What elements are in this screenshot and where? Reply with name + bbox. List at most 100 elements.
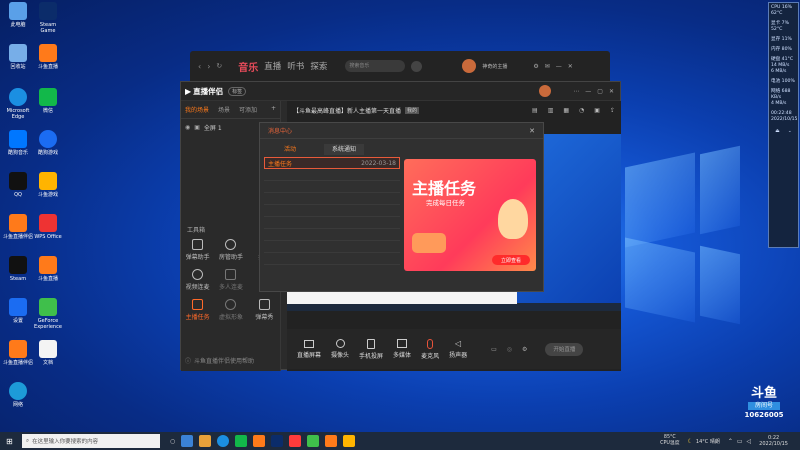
desktop-icon[interactable]: WPS Office [32,214,64,240]
close-icon[interactable]: ✕ [529,127,535,135]
help-note[interactable]: ⓘ 斗鱼直播伴侣使用帮助 [185,356,254,365]
tab-my-scenes[interactable]: 我的场景 [185,105,209,114]
tool-item[interactable]: 虚拟形象 [214,299,247,321]
desktop-icon[interactable]: Steam Game [32,2,64,34]
taskbar-app-icon[interactable] [307,435,320,447]
desktop-icon[interactable]: 微信 [32,88,64,114]
tool-item[interactable]: 视频连麦 [181,269,214,291]
taskbar-app-icon[interactable] [181,435,194,447]
tool-item[interactable]: 弹幕秀 [248,299,281,321]
tool-item[interactable]: 主播任务 [181,299,214,321]
network-icon[interactable]: ▭ [737,438,743,445]
taskbar-app-icon[interactable] [235,435,248,447]
monitor-row: 内存 80% [771,47,792,52]
add-icon[interactable]: + [271,105,276,114]
desktop-icon[interactable]: 斗鱼游戏 [32,172,64,198]
info-icon: ⓘ [185,358,192,365]
music-tab[interactable]: 探索 [310,60,327,72]
tool-media[interactable]: 多媒体 [393,339,411,359]
cart-icon[interactable]: ▥ [548,107,554,114]
clock[interactable]: 0:22 2022/10/15 [759,435,788,447]
desktop-icon[interactable]: 文档 [32,340,64,366]
windows-start-icon[interactable]: ⊞ [6,437,13,446]
tab-system-notice[interactable]: 系统通知 [324,144,365,155]
taskbar-app-icon[interactable] [325,435,338,447]
music-tab[interactable]: 音乐 [238,59,258,74]
monitor-row: 网络 688 KB/s [771,89,791,100]
forward-icon[interactable]: › [207,62,210,71]
tool-speaker[interactable]: ◁ 扬声器 [449,339,467,359]
desktop-icon[interactable]: 斗鱼直播 [32,44,64,70]
mail-icon[interactable]: ✉ [545,63,550,70]
settings-icon[interactable]: ⚙ [533,63,538,70]
tray-icon[interactable]: ⏏ [775,129,779,135]
desktop-icon[interactable]: 斗鱼直播伴侣 [2,214,34,240]
desktop-icon[interactable]: 斗鱼直播伴侣 [2,340,34,366]
tool-phone[interactable]: 手机投屏 [359,338,383,360]
tray-icon[interactable]: ⌃ [728,438,733,445]
bell-icon[interactable]: ◔ [579,107,584,114]
share-icon[interactable]: ⇪ [610,107,615,114]
taskbar-app-icon[interactable] [253,435,266,447]
desktop-icon[interactable]: 斗鱼直播 [32,256,64,282]
music-tab[interactable]: 直播 [264,60,281,72]
settings-icon[interactable]: ⚙ [522,346,527,353]
taskbar-app-icon[interactable] [199,435,212,447]
desktop-icon[interactable]: GeForce Experience [32,298,64,330]
view-task-button[interactable]: 立即查看 [492,255,530,265]
minimize-icon[interactable]: — [585,88,591,95]
desktop-icon[interactable]: Steam [2,256,34,282]
tab-addable[interactable]: 可添加 [239,105,257,114]
chevron-down-icon[interactable]: ⌄ [788,129,792,135]
gift-icon[interactable]: ▤ [532,107,538,114]
list-item[interactable]: 主播任务 2022-03-18 [264,157,400,169]
lock-icon[interactable]: ▣ [194,124,200,131]
camera-settings-icon[interactable]: ▭ [491,346,497,353]
more-icon[interactable]: ⋯ [573,88,579,95]
record-icon[interactable]: ◎ [507,346,512,353]
task-banner[interactable]: 主播任务 完成每日任务 立即查看 [404,159,536,271]
music-search-input[interactable]: 搜索音乐 [345,60,406,72]
desktop-icon[interactable]: 酷狗游戏 [32,130,64,156]
task-view-icon[interactable]: ○ [170,438,175,445]
desktop-icon[interactable]: QQ [2,172,34,198]
tool-camera[interactable]: 摄像头 [331,339,349,359]
music-tab[interactable]: 听书 [287,60,304,72]
tab-activity[interactable]: 活动 [284,144,296,155]
close-icon[interactable]: ✕ [609,88,614,95]
mic-icon[interactable] [411,60,423,72]
volume-icon[interactable]: ◁ [747,438,752,445]
tool-item[interactable]: 弹幕助手 [181,239,214,261]
tool-item[interactable]: 房管助手 [214,239,247,261]
tool-item[interactable]: 多人连麦 [214,269,247,291]
taskbar-app-icon[interactable] [289,435,302,447]
grid-icon[interactable]: ▣ [594,107,600,114]
minimize-icon[interactable]: — [556,63,562,70]
avatar[interactable] [462,59,477,73]
tool-screen[interactable]: 直播屏幕 [297,339,321,359]
taskbar-search-input[interactable]: ⌕ 在这里输入你要搜索的内容 [22,434,160,448]
refresh-icon[interactable]: ↻ [216,62,222,70]
desktop-icon[interactable]: 设置 [2,298,34,324]
taskbar-app-icon[interactable] [217,435,230,447]
desktop-icon[interactable]: 回收站 [2,44,34,70]
start-live-button[interactable]: 开始直播 [545,342,584,356]
avatar[interactable] [539,85,552,97]
desktop-icon[interactable]: 此电脑 [2,2,34,28]
tool-mic[interactable]: 麦克风 [421,338,439,360]
weather[interactable]: 14°C 晴朗 [696,438,720,445]
desktop-icon[interactable]: 酷狗音乐 [2,130,34,156]
desktop-icon[interactable]: 网络 [2,382,34,408]
desktop-icon[interactable]: Microsoft Edge [2,88,34,120]
close-icon[interactable]: ✕ [568,63,573,70]
eye-icon[interactable]: ◉ [185,124,190,131]
maximize-icon[interactable]: ▢ [597,88,603,95]
scene-item-label[interactable]: 全屏 1 [204,123,222,132]
chart-icon[interactable]: ▦ [563,107,569,114]
app-title: 直播伴侣 [193,86,224,96]
taskbar-app-icon[interactable] [343,435,356,447]
speaker-icon: ◁ [455,339,462,348]
back-icon[interactable]: ‹ [198,62,201,71]
taskbar-app-icon[interactable] [271,435,284,447]
tab-scenes[interactable]: 场景 [218,105,230,114]
